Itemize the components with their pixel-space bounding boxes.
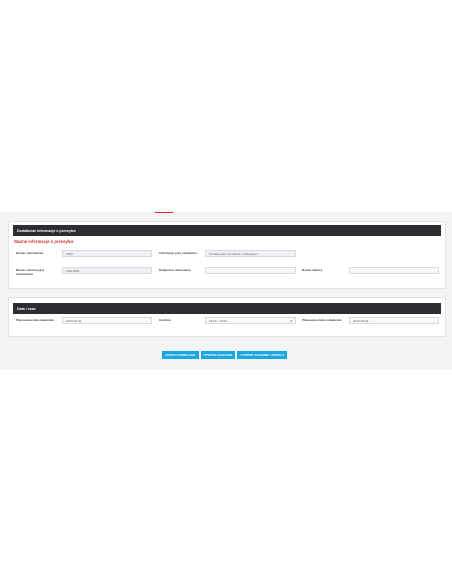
invoice-number-label: Numer faktury [302,268,323,272]
hours-select[interactable]: 15:00 - 16:00 ▾ [205,317,296,324]
additional-info-card: Dodatkowe informacje o przesyłce Ważne i… [8,221,446,289]
active-tab-indicator [155,212,173,213]
chevron-down-icon: ▾ [290,319,292,323]
attached-documents-field[interactable] [205,267,296,274]
shipment-info-field[interactable]: Oznakuj auto na widoku, zabezpiecz [205,250,296,257]
save-form-button[interactable]: ZAPISZ FORMULARZ [162,351,199,359]
invoice-number-field[interactable] [349,267,439,274]
hours-label: Godzina [159,318,171,322]
datetime-card: Data i czas Planowana data załadunku 202… [8,297,446,337]
hours-select-value: 15:00 - 16:00 [209,318,227,323]
planned-unloading-date-label: Planowana data rozładunku [302,318,342,322]
create-order-button[interactable]: UTWÓRZ ZLECENIE [200,351,236,359]
planned-unloading-date-field[interactable]: 2020-08-03 [349,317,439,324]
create-order-print-button[interactable]: UTWÓRZ ZLECENIE I DRUKUJ [237,351,288,359]
planned-loading-date-field[interactable]: 2020-08-02 [62,317,152,324]
additional-info-header: Dodatkowe informacje o przesyłce [13,225,441,236]
form-actions: ZAPISZ FORMULARZ UTWÓRZ ZLECENIE UTWÓRZ … [162,351,288,359]
planned-loading-date-label: Planowana data załadunku [16,318,55,322]
shipment-info-label: Informacje przy zaladunku [159,251,197,255]
reference-number-field[interactable]: ZHE-2021 [62,267,152,274]
attached-documents-label: Dołączone dokumenty [159,268,191,272]
order-number-label: Numer zamówienia [16,251,44,255]
reference-number-label: Numer referencyjny zamówienia [16,268,45,276]
important-info-subtitle: Ważne informacje o przesyłce [14,239,74,244]
datetime-header: Data i czas [13,303,441,314]
order-number-field[interactable]: 4360 [62,250,152,257]
